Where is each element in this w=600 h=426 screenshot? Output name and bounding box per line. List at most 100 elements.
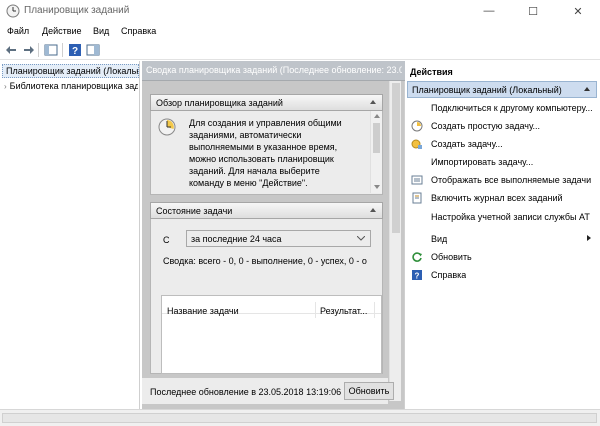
expand-chevron-icon[interactable]: ›	[4, 82, 7, 91]
collapse-caret-icon[interactable]	[370, 100, 376, 104]
action-label: Включить журнал всех заданий	[431, 192, 563, 203]
show-hide-tree-icon[interactable]	[44, 43, 58, 57]
overview-section-body: Для создания и управления общими задания…	[150, 111, 383, 195]
help-icon[interactable]: ?	[68, 43, 82, 57]
scroll-up-arrow-icon[interactable]	[374, 114, 380, 118]
action-label: Отображать все выполняемые задачи	[431, 174, 592, 185]
overview-text: Для создания и управления общими задания…	[189, 117, 369, 189]
status-section-header[interactable]: Состояние задачи	[150, 202, 383, 219]
title-bar: Планировщик заданий — ☐ ✕	[0, 0, 600, 24]
status-period-dropdown[interactable]: за последние 24 часа	[186, 230, 371, 247]
actions-title: Действия	[410, 67, 453, 77]
column-divider[interactable]	[315, 302, 316, 318]
simple-task-icon	[411, 120, 423, 131]
overview-line: выполняемыми в указанное время,	[189, 142, 338, 152]
back-arrow-icon[interactable]	[5, 43, 19, 57]
column-divider[interactable]	[374, 302, 375, 318]
status-period-label: С	[163, 235, 170, 245]
journal-icon	[412, 192, 422, 203]
action-display-running-tasks[interactable]: Отображать все выполняемые задачи	[407, 171, 597, 188]
horizontal-scrollbar[interactable]	[2, 413, 597, 423]
action-create-task[interactable]: Создать задачу...	[407, 135, 597, 152]
overview-scrollbar[interactable]	[370, 111, 382, 193]
table-header-row: Название задачи Результат...	[162, 296, 381, 318]
blank-icon	[411, 102, 423, 114]
action-create-basic-task[interactable]: Создать простую задачу...	[407, 117, 597, 134]
tree-item-label: Планировщик заданий (Локальный)	[6, 66, 138, 76]
action-label: Обновить	[431, 251, 472, 262]
overview-section-header[interactable]: Обзор планировщика заданий	[150, 94, 383, 111]
overview-line: заданиями, автоматически	[189, 130, 302, 140]
column-header-result[interactable]: Результат...	[320, 306, 367, 316]
running-tasks-icon	[411, 175, 423, 184]
blank-icon	[411, 156, 423, 168]
menu-file[interactable]: Файл	[7, 26, 29, 36]
svg-text:?: ?	[72, 46, 78, 57]
scroll-down-arrow-icon[interactable]	[374, 185, 380, 189]
tree-item-task-scheduler[interactable]: Планировщик заданий (Локальный)	[2, 64, 139, 78]
last-update-text: Последнее обновление в 23.05.2018 13:19:…	[150, 387, 342, 397]
refresh-button[interactable]: Обновить	[344, 382, 394, 400]
show-hide-action-pane-icon[interactable]	[86, 43, 100, 57]
menu-view[interactable]: Вид	[93, 26, 109, 36]
close-button[interactable]: ✕	[556, 0, 600, 22]
blank-icon	[411, 233, 423, 245]
minimize-button[interactable]: —	[467, 0, 511, 22]
task-scheduler-clock-icon	[158, 118, 176, 136]
task-status-table: Название задачи Результат...	[161, 295, 382, 374]
menu-help[interactable]: Справка	[121, 26, 156, 36]
status-summary: Сводка: всего - 0, 0 - выполнение, 0 - у…	[163, 256, 367, 266]
forward-arrow-icon[interactable]	[21, 43, 35, 57]
column-header-task-name[interactable]: Название задачи	[167, 306, 239, 316]
collapse-caret-icon[interactable]	[584, 87, 590, 91]
action-connect-computer[interactable]: Подключиться к другому компьютеру...	[407, 99, 597, 116]
help-icon: ?	[412, 269, 422, 280]
tree-item-label: Библиотека планировщика заданий	[9, 81, 138, 91]
summary-header-text: Сводка планировщика заданий (Последнее о…	[146, 65, 402, 75]
submenu-arrow-icon	[587, 235, 591, 241]
action-import-task[interactable]: Импортировать задачу...	[407, 153, 597, 170]
action-label: Создать задачу...	[431, 138, 503, 149]
task-scheduler-app-icon	[6, 4, 20, 18]
scrollbar-thumb[interactable]	[373, 123, 380, 153]
toolbar-separator	[62, 43, 63, 57]
dropdown-value: за последние 24 часа	[191, 234, 282, 244]
status-bar	[0, 409, 600, 426]
status-section-body: С за последние 24 часа Сводка: всего - 0…	[150, 219, 383, 374]
center-scrollbar[interactable]	[389, 81, 401, 401]
overview-line: можно использовать планировщик	[189, 154, 334, 164]
window-title: Планировщик заданий	[24, 5, 130, 16]
action-at-service-account[interactable]: Настройка учетной записи службы AT	[407, 208, 597, 225]
action-label: Вид	[431, 233, 448, 244]
overview-line: Для создания и управления общими	[189, 118, 342, 128]
actions-group-header[interactable]: Планировщик заданий (Локальный)	[407, 81, 597, 98]
create-task-icon	[411, 139, 422, 149]
action-refresh[interactable]: Обновить	[407, 248, 597, 265]
last-update-bar: Последнее обновление в 23.05.2018 13:19:…	[142, 378, 394, 404]
svg-text:?: ?	[415, 271, 420, 280]
overview-line: заданий. Для начала выберите	[189, 166, 320, 176]
action-view[interactable]: Вид	[407, 230, 597, 247]
console-tree: Планировщик заданий (Локальный) › Библио…	[0, 61, 140, 409]
toolbar-separator	[38, 43, 39, 57]
collapse-caret-icon[interactable]	[370, 208, 376, 212]
tree-item-library[interactable]: › Библиотека планировщика заданий	[4, 79, 138, 93]
toolbar: ?	[0, 40, 600, 60]
actions-header: Действия	[407, 64, 600, 80]
action-enable-history[interactable]: Включить журнал всех заданий	[407, 189, 597, 206]
action-label: Справка	[431, 269, 467, 280]
scrollbar-thumb[interactable]	[392, 83, 400, 233]
overview-title: Обзор планировщика заданий	[156, 98, 283, 108]
action-label: Подключиться к другому компьютеру...	[431, 102, 593, 113]
action-label: Импортировать задачу...	[431, 156, 534, 167]
maximize-button[interactable]: ☐	[511, 0, 555, 22]
chevron-down-icon	[357, 236, 365, 241]
center-pane-header: Сводка планировщика заданий (Последнее о…	[142, 61, 405, 81]
action-label: Создать простую задачу...	[431, 120, 541, 131]
actions-group-title: Планировщик заданий (Локальный)	[412, 85, 562, 95]
action-help[interactable]: ? Справка	[407, 266, 597, 283]
menu-action[interactable]: Действие	[42, 26, 82, 36]
refresh-icon	[412, 251, 422, 262]
overview-line: команду в меню "Действие".	[189, 178, 308, 188]
action-label: Настройка учетной записи службы AT	[431, 211, 590, 222]
